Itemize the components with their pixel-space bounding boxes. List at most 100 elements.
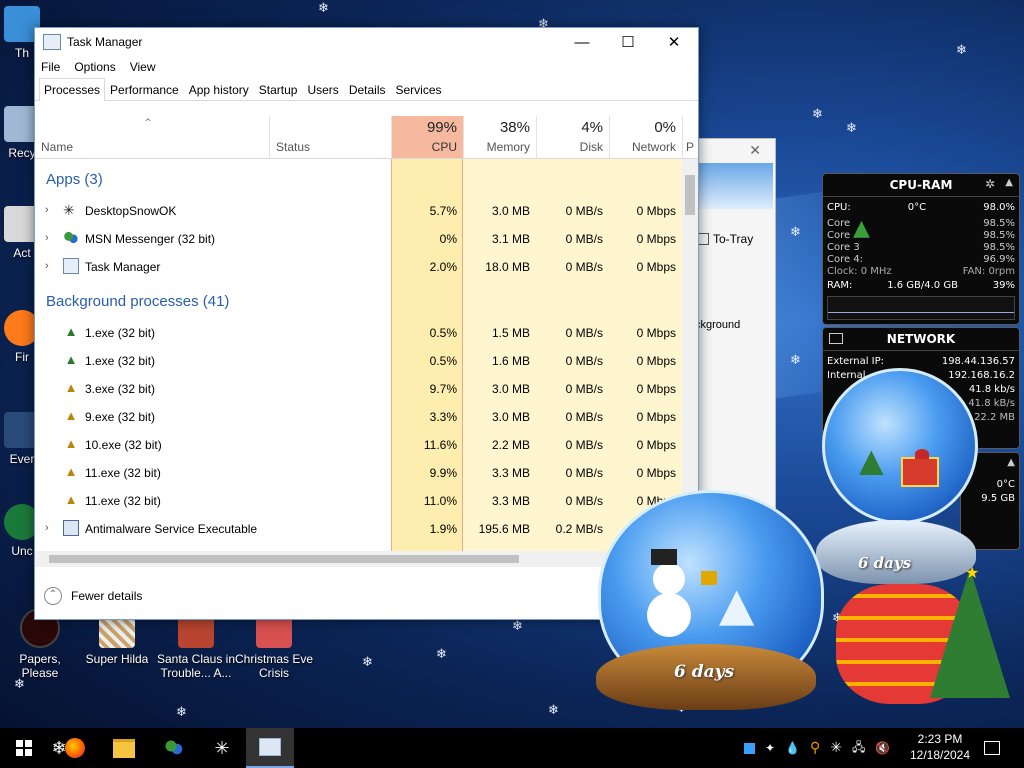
snowflake: ❄ (548, 703, 559, 718)
cpu-ram-gadget[interactable]: CPU-RAM ✲ ▲ CPU: 0°C 98.0% Core 98.5% Co… (822, 173, 1020, 325)
tab-bar: Processes Performance App history Startu… (35, 78, 698, 101)
table-row[interactable]: ▲ 11.exe (32 bit) 11.0% 3.3 MB 0 MB/s 0 … (35, 487, 682, 515)
chevron-right-icon[interactable]: › (45, 232, 49, 244)
snowflake: ❄ (176, 705, 187, 720)
start-button[interactable] (0, 728, 48, 768)
scrollbar-thumb[interactable] (49, 555, 519, 563)
table-row[interactable]: ▲ 3.exe (32 bit) 9.7% 3.0 MB 0 MB/s 0 Mb… (35, 375, 682, 403)
chevron-right-icon[interactable]: › (45, 204, 49, 216)
chevron-right-icon[interactable]: › (45, 522, 49, 534)
tab-services[interactable]: Services (391, 78, 447, 100)
top-hat-icon (651, 549, 677, 565)
scrollbar-thumb[interactable] (685, 175, 695, 215)
sort-arrow-icon: ⌃ (143, 116, 154, 130)
column-power[interactable]: P (682, 116, 698, 158)
task-manager-window[interactable]: Task Manager — ☐ ✕ File Options View Pro… (34, 27, 699, 620)
collapse-icon[interactable]: ▲ (1005, 177, 1013, 188)
notifications-icon[interactable] (982, 728, 1002, 768)
file-explorer-icon[interactable] (100, 728, 148, 768)
snowman-head (653, 563, 685, 595)
network-icon[interactable]: 🖧 (852, 738, 865, 759)
app-tray-icon[interactable] (744, 742, 755, 754)
tab-details[interactable]: Details (344, 78, 391, 100)
sky-image (695, 163, 773, 209)
search-icon[interactable]: ⚲ (810, 740, 820, 756)
tab-app-history[interactable]: App history (184, 78, 254, 100)
monitor-icon (829, 333, 843, 344)
table-row[interactable]: ▲ 10.exe (32 bit) 11.6% 2.2 MB 0 MB/s 0 … (35, 431, 682, 459)
drop-icon[interactable]: 💧 (785, 741, 800, 755)
snowflake-tray-icon[interactable]: ✳ (830, 740, 842, 756)
menu-options[interactable]: Options (74, 60, 115, 74)
table-row[interactable]: › ✳ DesktopSnowOK 5.7% 3.0 MB 0 MB/s 0 M… (35, 197, 682, 225)
title-bar[interactable]: Task Manager — ☐ ✕ (35, 28, 698, 56)
msn-messenger-icon (63, 230, 79, 246)
fewer-details-link[interactable]: Fewer details (71, 589, 142, 603)
collapse-icon[interactable]: ▲ (1007, 457, 1015, 468)
task-manager-icon (43, 34, 61, 50)
column-disk[interactable]: 4% Disk (536, 116, 609, 158)
snowflake: ❄ (812, 107, 823, 122)
ram-graph (827, 296, 1015, 320)
firefox-icon[interactable] (60, 728, 90, 768)
tab-performance[interactable]: Performance (105, 78, 184, 100)
task-manager-taskbar-icon[interactable] (246, 728, 294, 768)
task-manager-icon (63, 258, 79, 274)
tree-icon: ▲ (64, 492, 78, 507)
snowflake-icon: ✳ (63, 202, 75, 218)
snow-globe-base: 6 days (596, 644, 816, 710)
table-row[interactable]: ▲ 1.exe (32 bit) 0.5% 1.6 MB 0 MB/s 0 Mb… (35, 347, 682, 375)
column-status[interactable]: Status (269, 116, 391, 158)
desktop-icon-santa-claus[interactable]: Santa Claus in Trouble... A... (156, 612, 236, 680)
snowflake: ❄ (318, 1, 329, 16)
tab-users[interactable]: Users (302, 78, 343, 100)
table-row[interactable]: › MSN Messenger (32 bit) 0% 3.1 MB 0 MB/… (35, 225, 682, 253)
snowflake: ❄ (436, 647, 447, 662)
window-title: Task Manager (67, 35, 143, 49)
christmas-tree-icon: ▲ (853, 216, 870, 241)
column-memory[interactable]: 38% Memory (463, 116, 536, 158)
close-button[interactable]: ✕ (651, 28, 697, 56)
messenger-tray-icon[interactable]: ✦ (765, 741, 775, 755)
tree-icon: ▲ (64, 352, 78, 367)
tab-processes[interactable]: Processes (39, 78, 106, 101)
table-row[interactable]: ▲ 9.exe (32 bit) 3.3% 3.0 MB 0 MB/s 0 Mb… (35, 403, 682, 431)
chevron-up-icon[interactable]: ⌃ (44, 587, 62, 605)
close-icon[interactable]: ✕ (749, 143, 761, 159)
desktop-icon-christmas-eve-crisis[interactable]: Christmas Eve Crisis (232, 612, 316, 680)
menu-file[interactable]: File (41, 60, 60, 74)
santa-hat-icon (915, 449, 929, 459)
process-list: Apps (3) › ✳ DesktopSnowOK 5.7% 3.0 MB 0… (35, 159, 682, 551)
firefox-logo (65, 738, 85, 758)
horizontal-scrollbar[interactable] (35, 551, 682, 567)
wrench-icon[interactable]: ✲ (985, 177, 995, 191)
snowflake: ❄ (956, 43, 967, 58)
to-tray-button[interactable]: To-Tray (695, 227, 773, 251)
chevron-right-icon[interactable]: › (45, 260, 49, 272)
group-background-processes: Background processes (41) (46, 293, 230, 310)
msn-messenger-taskbar-icon[interactable] (150, 728, 198, 768)
table-row[interactable]: ▲ 1.exe (32 bit) 0.5% 1.5 MB 0 MB/s 0 Mb… (35, 319, 682, 347)
snowman-body (647, 593, 691, 637)
snow-globe[interactable]: ▲ (822, 368, 978, 524)
maximize-button[interactable]: ☐ (605, 28, 651, 56)
table-row[interactable]: › Task Manager 2.0% 18.0 MB 0 MB/s 0 Mbp… (35, 253, 682, 281)
tree-icon: ▲ (64, 408, 78, 423)
background-window[interactable]: ✕ To-Tray ckground (690, 138, 776, 512)
tree-icon: ▲ (64, 324, 78, 339)
snowflake: ❄ (512, 619, 523, 634)
tab-startup[interactable]: Startup (254, 78, 303, 100)
menu-view[interactable]: View (130, 60, 156, 74)
column-cpu[interactable]: 99% CPU (391, 116, 463, 158)
clock[interactable]: 2:23 PM 12/18/2024 (908, 731, 972, 763)
column-name[interactable]: Name (41, 140, 73, 154)
snowflake: ❄ (362, 655, 373, 670)
desktopsnowok-taskbar-icon[interactable]: ✳ (198, 728, 246, 768)
table-row[interactable]: ▲ 11.exe (32 bit) 9.9% 3.3 MB 0 MB/s 0 M… (35, 459, 682, 487)
column-network[interactable]: 0% Network (609, 116, 682, 158)
table-row[interactable]: › Antimalware Service Executable 1.9% 19… (35, 515, 682, 543)
minimize-button[interactable]: — (559, 28, 605, 56)
speaker-muted-icon[interactable]: 🔇 (875, 741, 890, 755)
desktop-icon-super-hilda[interactable]: Super Hilda (82, 612, 152, 666)
column-header: ⌃ Name Status 99% CPU 38% Memory 4% Disk… (35, 116, 698, 159)
